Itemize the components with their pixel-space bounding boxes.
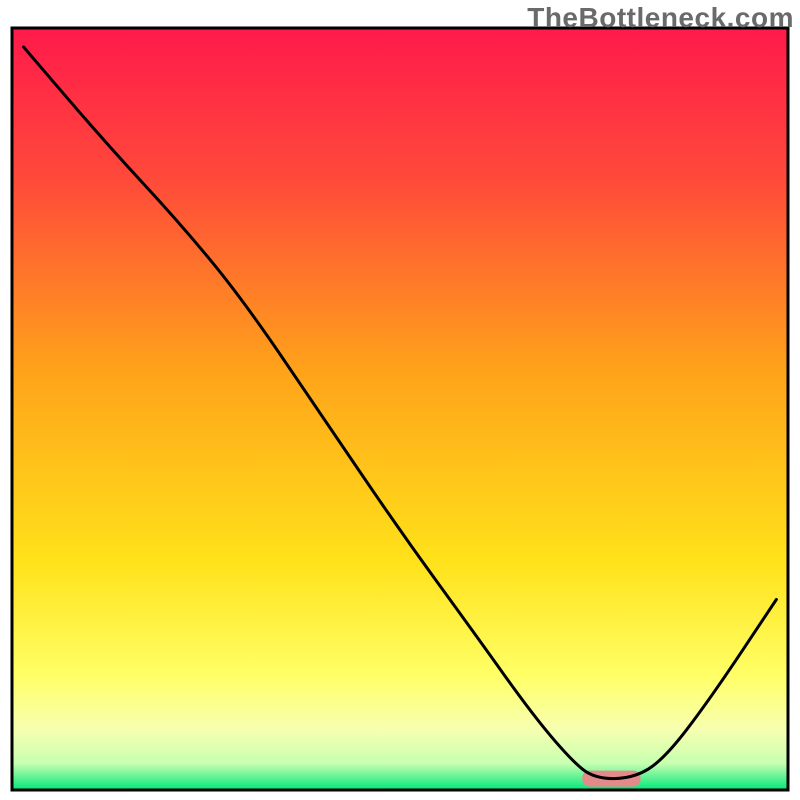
plot-area (12, 28, 788, 790)
bottleneck-chart (0, 0, 800, 800)
chart-stage: TheBottleneck.com (0, 0, 800, 800)
watermark-text: TheBottleneck.com (527, 2, 794, 34)
